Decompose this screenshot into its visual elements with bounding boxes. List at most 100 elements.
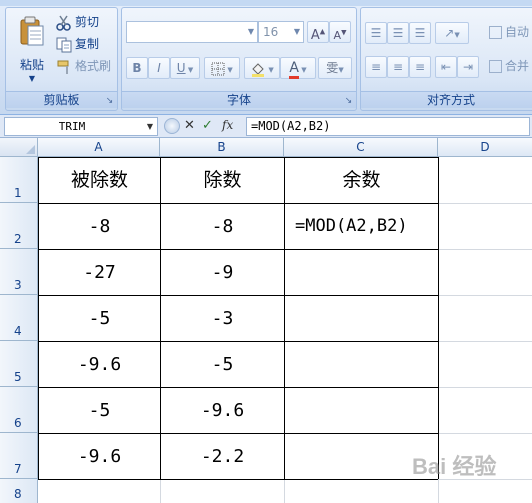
- ribbon-tab-strip: [0, 0, 532, 6]
- cell-b1[interactable]: 除数: [161, 158, 284, 203]
- row-header-4[interactable]: 4: [0, 295, 38, 341]
- cell-a3[interactable]: -27: [39, 250, 160, 295]
- orientation-button[interactable]: ↗▼: [435, 22, 469, 44]
- name-box[interactable]: TRIM ▼: [4, 117, 158, 136]
- cell-c3[interactable]: [285, 250, 438, 295]
- decrease-indent-button[interactable]: ⇤: [435, 56, 457, 78]
- chevron-down-icon: ▼: [185, 66, 194, 74]
- table-border: [438, 157, 439, 479]
- align-bottom-button[interactable]: ☰: [409, 22, 431, 44]
- grow-font-icon: A▲: [310, 28, 326, 44]
- baidu-paw-icon: Bai 经验: [412, 454, 496, 479]
- cell-c5[interactable]: [285, 342, 438, 387]
- font-group-label: 字体: [122, 91, 356, 108]
- formula-bar: TRIM ▼ ✕ ✓ fx =MOD(A2,B2): [0, 115, 532, 138]
- cell-b5[interactable]: -5: [161, 342, 284, 387]
- phonetic-button[interactable]: 雯▼: [318, 57, 352, 79]
- orientation-icon: ↗: [444, 26, 455, 40]
- row-header-2[interactable]: 2: [0, 203, 38, 249]
- row-header-1[interactable]: 1: [0, 157, 38, 203]
- chevron-down-icon: ▼: [338, 66, 344, 74]
- increase-indent-button[interactable]: ⇥: [457, 56, 479, 78]
- row-header-6[interactable]: 6: [0, 387, 38, 433]
- cell-b4[interactable]: -3: [161, 296, 284, 341]
- borders-button[interactable]: ▼: [204, 57, 240, 79]
- row-header-7[interactable]: 7: [0, 433, 38, 479]
- align-middle-button[interactable]: ☰: [387, 22, 409, 44]
- column-header-b[interactable]: B: [160, 138, 284, 157]
- format-painter-button[interactable]: 格式刷: [56, 56, 111, 76]
- italic-label: I: [157, 61, 161, 75]
- fill-color-button[interactable]: ▼: [244, 57, 280, 79]
- decrease-indent-icon: ⇤: [440, 60, 452, 74]
- name-box-value: TRIM: [58, 120, 86, 133]
- align-center-button[interactable]: ≡: [387, 56, 409, 78]
- wrap-text-button[interactable]: 自动: [489, 22, 529, 42]
- cell-b6[interactable]: -9.6: [161, 388, 284, 433]
- merge-center-label: 合并: [505, 59, 530, 73]
- cell-a2[interactable]: -8: [39, 204, 160, 249]
- scissors-icon: [56, 15, 71, 31]
- align-left-button[interactable]: ≡: [365, 56, 387, 78]
- table-border: [38, 479, 438, 480]
- clipboard-launcher-icon[interactable]: ↘: [105, 97, 114, 106]
- align-bottom-icon: ☰: [414, 26, 426, 40]
- select-all-corner[interactable]: [0, 138, 38, 157]
- paste-dropdown-icon[interactable]: ▼: [12, 74, 52, 83]
- italic-button[interactable]: I: [148, 57, 170, 79]
- insert-function-icon[interactable]: fx: [222, 117, 233, 134]
- font-size-combo[interactable]: 16 ▼: [258, 21, 304, 43]
- watermark: Bai 经验: [412, 448, 530, 484]
- align-middle-icon: ☰: [392, 26, 404, 40]
- align-top-button[interactable]: ☰: [365, 22, 387, 44]
- formula-text: =MOD(A2,B2): [251, 119, 331, 133]
- cell-a4[interactable]: -5: [39, 296, 160, 341]
- enter-icon[interactable]: ✓: [202, 117, 213, 134]
- alignment-group-label: 对齐方式: [361, 91, 532, 108]
- paint-bucket-icon: [252, 62, 265, 77]
- font-color-button[interactable]: A ▼: [280, 57, 316, 79]
- column-header-c[interactable]: C: [284, 138, 438, 157]
- cell-c1[interactable]: 余数: [285, 158, 438, 203]
- formula-buttons: ✕ ✓ fx: [164, 117, 242, 134]
- cell-a1[interactable]: 被除数: [39, 158, 160, 203]
- cell-a6[interactable]: -5: [39, 388, 160, 433]
- bold-button[interactable]: B: [126, 57, 148, 79]
- copy-button[interactable]: 复制: [56, 34, 99, 54]
- grow-font-button[interactable]: A▲: [307, 21, 329, 43]
- font-name-combo[interactable]: ▼: [126, 21, 258, 43]
- cut-button[interactable]: 剪切: [56, 12, 99, 32]
- cell-c4[interactable]: [285, 296, 438, 341]
- column-header-a[interactable]: A: [38, 138, 160, 157]
- font-launcher-icon[interactable]: ↘: [344, 97, 353, 106]
- cancel-icon[interactable]: ✕: [184, 117, 195, 134]
- column-header-d[interactable]: D: [438, 138, 532, 157]
- chevron-down-icon: ▼: [225, 66, 233, 74]
- formula-input[interactable]: =MOD(A2,B2): [246, 117, 530, 136]
- underline-button[interactable]: U ▼: [170, 57, 200, 79]
- row-number: 3: [14, 278, 22, 292]
- row-header-5[interactable]: 5: [0, 341, 38, 387]
- cell-b2[interactable]: -8: [161, 204, 284, 249]
- merge-center-button[interactable]: 合并: [489, 56, 529, 76]
- cell-b3[interactable]: -9: [161, 250, 284, 295]
- chevron-down-icon: ▼: [454, 31, 460, 39]
- chevron-down-icon[interactable]: ▼: [143, 118, 157, 135]
- cell-c2[interactable]: =MOD(A2,B2): [285, 204, 438, 249]
- cell-b7[interactable]: -2.2: [161, 434, 284, 479]
- row-number: 2: [14, 232, 22, 246]
- formula-bar-expand-icon[interactable]: [164, 118, 180, 134]
- cell-c6[interactable]: [285, 388, 438, 433]
- paste-button[interactable]: 粘贴 ▼: [12, 12, 52, 88]
- copy-label: 复制: [75, 37, 100, 51]
- chevron-down-icon: ▼: [298, 66, 307, 74]
- align-right-button[interactable]: ≡: [409, 56, 431, 78]
- clipboard-group-label: 剪贴板: [6, 91, 117, 108]
- align-right-icon: ≡: [414, 60, 426, 74]
- alignment-group: ☰ ☰ ☰ ↗▼ ≡ ≡ ≡ ⇤ ⇥ 自动 合并 对齐方式: [360, 7, 532, 111]
- cell-a5[interactable]: -9.6: [39, 342, 160, 387]
- row-header-8[interactable]: 8: [0, 479, 38, 503]
- cell-a7[interactable]: -9.6: [39, 434, 160, 479]
- shrink-font-button[interactable]: A▼: [329, 21, 351, 43]
- row-header-3[interactable]: 3: [0, 249, 38, 295]
